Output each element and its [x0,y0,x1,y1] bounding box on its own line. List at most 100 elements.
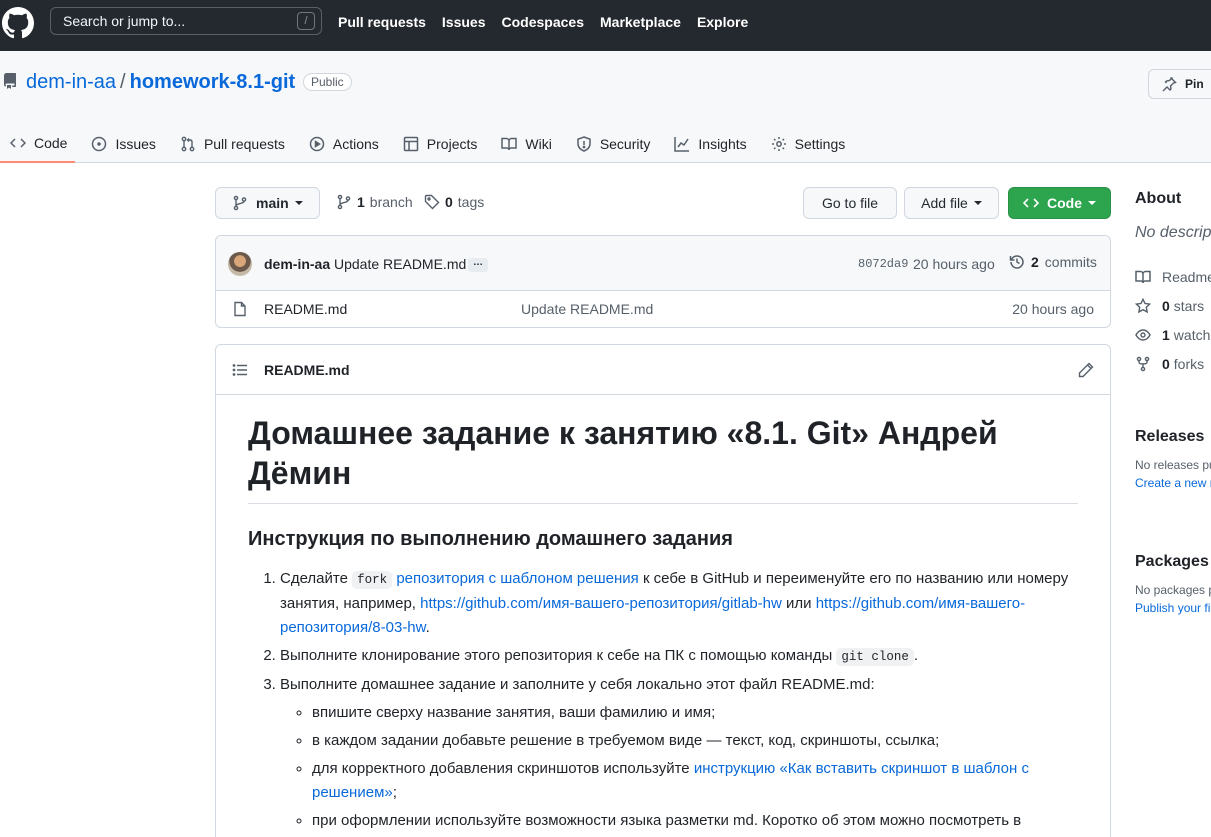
tab-issues-label: Issues [115,136,156,152]
list-item: впишите сверху название занятия, ваши фа… [312,701,1078,725]
chevron-down-icon [1088,201,1096,205]
instructions-list: Сделайте fork репозитория с шаблоном реш… [248,567,1078,833]
watchers-link[interactable]: 1 watchi [1135,320,1211,349]
tab-security[interactable]: Security [566,125,659,163]
file-name-link[interactable]: README.md [264,301,347,317]
branch-icon [337,194,351,210]
repo-name-link[interactable]: homework-8.1-git [130,71,296,94]
github-logo-icon[interactable] [2,7,34,39]
commit-history-link[interactable]: 2 commits [1009,254,1097,270]
branch-select-button[interactable]: main [215,187,320,219]
forks-label: forks [1173,355,1205,372]
example-url-link-1[interactable]: https://github.com/имя-вашего-репозитори… [420,595,782,612]
branch-label: branch [369,194,413,210]
latest-commit: dem-in-aa Update README.md … 8072da9 20 … [216,236,1110,291]
add-file-button[interactable]: Add file [904,187,999,219]
search-placeholder: Search or jump to... [63,13,186,29]
commit-time: 20 hours ago [913,256,995,272]
list-unordered-icon[interactable] [232,362,248,378]
tab-wiki-label: Wiki [525,136,552,152]
commit-expand-button[interactable]: … [468,258,488,272]
tab-wiki[interactable]: Wiki [491,125,559,163]
tab-pull-requests[interactable]: Pull requests [170,125,293,163]
forks-link[interactable]: 0 forks [1135,349,1211,378]
readme-panel: README.md Домашнее задание к занятию «8.… [215,344,1111,837]
about-title: About [1135,190,1182,207]
tab-insights[interactable]: Insights [664,125,754,163]
tab-projects[interactable]: Projects [393,125,486,163]
file-browser: dem-in-aa Update README.md … 8072da9 20 … [215,235,1111,328]
code-icon [10,138,26,148]
tab-actions[interactable]: Actions [299,125,387,163]
tag-icon [424,194,440,210]
tab-pull-requests-label: Pull requests [203,136,285,152]
nav-explore[interactable]: Explore [697,14,748,30]
commit-author-link[interactable]: dem-in-aa [264,256,330,272]
publish-package-link[interactable]: Publish your fi [1135,601,1211,615]
gear-icon [771,137,786,151]
step2-end: . [913,647,919,664]
file-row[interactable]: README.md Update README.md 20 hours ago [216,291,1110,327]
play-icon [309,136,325,152]
forks-count: 0 [1162,355,1170,372]
branch-name: main [256,195,289,211]
fork-code: fork [352,571,393,589]
graph-icon [674,137,690,152]
list-item: при оформлении используйте возможности я… [312,809,1078,833]
readme-content: Домашнее задание к занятию «8.1. Git» Ан… [216,395,1110,833]
step1-text-a: Сделайте [280,570,353,587]
book-icon [501,137,518,151]
readme-header: README.md [216,345,1110,395]
nav-marketplace[interactable]: Marketplace [600,14,681,30]
issue-icon [92,136,107,152]
step1-end: . [425,619,430,636]
repo-header: dem-in-aa / homework-8.1-git Public Pin … [0,51,1211,163]
step1-or: или [781,595,816,612]
tag-label: tags [457,194,485,210]
add-file-label: Add file [921,195,968,211]
repo-icon [3,73,17,89]
git-clone-code: git clone [836,648,914,666]
about-description: No descript [1135,224,1211,241]
nav-issues[interactable]: Issues [442,14,486,30]
stars-link[interactable]: 0 stars [1135,291,1211,320]
code-button[interactable]: Code [1008,187,1111,219]
tab-code[interactable]: Code [0,125,76,163]
avatar[interactable] [228,252,252,276]
branches-link[interactable]: 1 branch [336,194,413,210]
tags-link[interactable]: 0 tags [424,194,484,210]
branch-count: 1 [357,194,365,210]
pencil-icon[interactable] [1078,362,1094,378]
releases-title[interactable]: Releases [1135,428,1211,446]
packages-text: No packages p [1135,583,1211,597]
visibility-badge: Public [303,73,352,91]
watchers-label: watchi [1173,326,1211,343]
tab-settings[interactable]: Settings [761,125,854,163]
repo-owner-link[interactable]: dem-in-aa [26,71,116,94]
nav-pull-requests[interactable]: Pull requests [338,14,426,30]
packages-title[interactable]: Packages [1135,553,1211,571]
pin-button[interactable]: Pin [1148,69,1211,99]
code-icon [1023,198,1039,208]
commit-sha-link[interactable]: 8072da9 [858,257,908,271]
list-item: Выполните клонирование этого репозитория… [280,644,1078,669]
about-sidebar: About No descript Readme 0 stars 1 watch… [1135,190,1211,378]
file-commit-message[interactable]: Update README.md [521,301,653,317]
search-input[interactable]: Search or jump to... / [50,7,322,35]
readme-link[interactable]: Readme [1135,262,1211,291]
pin-icon [1162,77,1177,92]
commit-message-link[interactable]: Update README.md [334,256,466,272]
list-item: Выполните домашнее задание и заполните у… [280,673,1078,833]
commit-count: 2 [1031,254,1039,270]
file-icon [234,301,246,317]
tab-issues[interactable]: Issues [81,125,163,163]
template-repo-link[interactable]: репозитория с шаблоном решения [396,570,638,587]
step3-text: Выполните домашнее задание и заполните у… [280,676,875,693]
watchers-count: 1 [1162,326,1170,343]
go-to-file-button[interactable]: Go to file [803,187,897,219]
create-release-link[interactable]: Create a new r [1135,476,1211,490]
code-button-label: Code [1047,195,1082,211]
tab-code-label: Code [34,135,68,151]
list-item: в каждом задании добавьте решение в треб… [312,729,1078,753]
nav-codespaces[interactable]: Codespaces [502,14,584,30]
